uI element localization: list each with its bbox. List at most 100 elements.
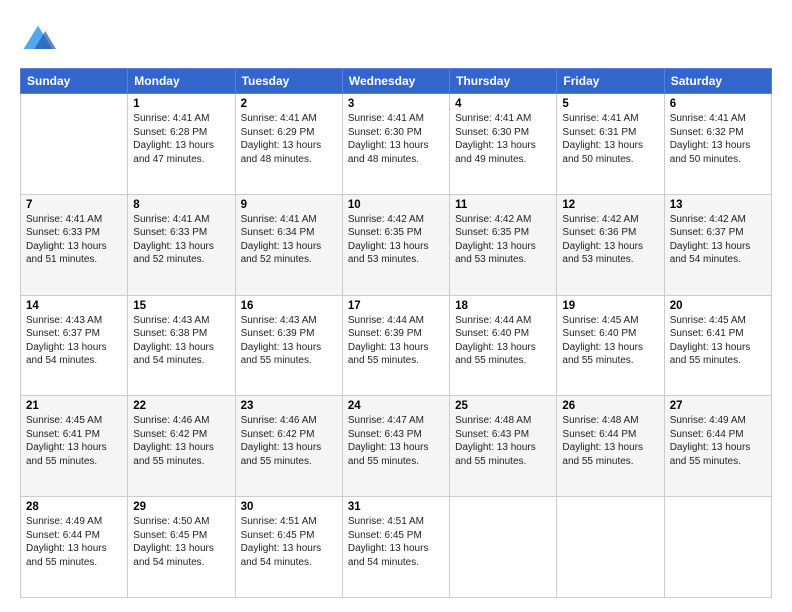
- cell-content: Sunrise: 4:51 AM Sunset: 6:45 PM Dayligh…: [348, 515, 444, 569]
- calendar-cell: 8Sunrise: 4:41 AM Sunset: 6:33 PM Daylig…: [128, 194, 235, 295]
- calendar-cell: 13 Sunrise: 4:42 AM Sunset: 6:37 PM Dayli…: [664, 194, 771, 295]
- cell-content: Sunrise: 4:41 AM Sunset: 6:30 PM Dayligh…: [348, 112, 444, 166]
- cell-content: Sunrise: 4:41 AM Sunset: 6:31 PM Dayligh…: [562, 112, 658, 166]
- calendar-cell: 12 Sunrise: 4:42 AM Sunset: 6:36 PM Dayli…: [557, 194, 664, 295]
- logo: [20, 22, 60, 58]
- cell-content: Sunrise: 4:45 AM Sunset: 6:41 PM Dayligh…: [26, 414, 122, 468]
- day-header-wednesday: Wednesday: [342, 69, 449, 94]
- calendar-week-row: 14Sunrise: 4:43 AM Sunset: 6:37 PM Dayli…: [21, 295, 772, 396]
- calendar-cell: 26 Sunrise: 4:48 AM Sunset: 6:44 PM Dayli…: [557, 396, 664, 497]
- calendar-cell: 27 Sunrise: 4:49 AM Sunset: 6:44 PM Dayli…: [664, 396, 771, 497]
- day-number: 9: [241, 199, 337, 211]
- cell-content: Sunrise: 4:48 AM Sunset: 6:44 PM Dayligh…: [562, 414, 658, 468]
- calendar-cell: 11 Sunrise: 4:42 AM Sunset: 6:35 PM Dayli…: [450, 194, 557, 295]
- calendar-cell: [21, 94, 128, 195]
- cell-content: Sunrise: 4:42 AM Sunset: 6:37 PM Dayligh…: [670, 213, 766, 267]
- calendar-cell: 28Sunrise: 4:49 AM Sunset: 6:44 PM Dayli…: [21, 497, 128, 598]
- day-number: 19: [562, 300, 658, 312]
- calendar-cell: [450, 497, 557, 598]
- cell-content: Sunrise: 4:44 AM Sunset: 6:39 PM Dayligh…: [348, 314, 444, 368]
- calendar-cell: 18Sunrise: 4:44 AM Sunset: 6:40 PM Dayli…: [450, 295, 557, 396]
- calendar-week-row: 28Sunrise: 4:49 AM Sunset: 6:44 PM Dayli…: [21, 497, 772, 598]
- logo-icon: [20, 22, 56, 58]
- calendar-cell: 31 Sunrise: 4:51 AM Sunset: 6:45 PM Dayli…: [342, 497, 449, 598]
- calendar-cell: 5 Sunrise: 4:41 AM Sunset: 6:31 PM Daylig…: [557, 94, 664, 195]
- calendar-cell: 25 Sunrise: 4:48 AM Sunset: 6:43 PM Dayli…: [450, 396, 557, 497]
- calendar-cell: [557, 497, 664, 598]
- day-number: 13: [670, 199, 766, 211]
- cell-content: Sunrise: 4:45 AM Sunset: 6:40 PM Dayligh…: [562, 314, 658, 368]
- cell-content: Sunrise: 4:48 AM Sunset: 6:43 PM Dayligh…: [455, 414, 551, 468]
- cell-content: Sunrise: 4:42 AM Sunset: 6:35 PM Dayligh…: [348, 213, 444, 267]
- day-number: 15: [133, 300, 229, 312]
- cell-content: Sunrise: 4:51 AM Sunset: 6:45 PM Dayligh…: [241, 515, 337, 569]
- calendar-week-row: 7 Sunrise: 4:41 AM Sunset: 6:33 PM Daylig…: [21, 194, 772, 295]
- day-number: 26: [562, 400, 658, 412]
- day-number: 22: [133, 400, 229, 412]
- calendar-cell: 15 Sunrise: 4:43 AM Sunset: 6:38 PM Dayli…: [128, 295, 235, 396]
- day-number: 24: [348, 400, 444, 412]
- cell-content: Sunrise: 4:41 AM Sunset: 6:30 PM Dayligh…: [455, 112, 551, 166]
- calendar-cell: 29 Sunrise: 4:50 AM Sunset: 6:45 PM Dayli…: [128, 497, 235, 598]
- calendar-cell: 19 Sunrise: 4:45 AM Sunset: 6:40 PM Dayli…: [557, 295, 664, 396]
- cell-content: Sunrise: 4:49 AM Sunset: 6:44 PM Dayligh…: [670, 414, 766, 468]
- day-number: 12: [562, 199, 658, 211]
- calendar-cell: 2 Sunrise: 4:41 AM Sunset: 6:29 PM Daylig…: [235, 94, 342, 195]
- calendar-cell: 9Sunrise: 4:41 AM Sunset: 6:34 PM Daylig…: [235, 194, 342, 295]
- calendar-cell: 23 Sunrise: 4:46 AM Sunset: 6:42 PM Dayli…: [235, 396, 342, 497]
- cell-content: Sunrise: 4:41 AM Sunset: 6:29 PM Dayligh…: [241, 112, 337, 166]
- day-number: 31: [348, 501, 444, 513]
- page: SundayMondayTuesdayWednesdayThursdayFrid…: [0, 0, 792, 612]
- day-header-friday: Friday: [557, 69, 664, 94]
- day-number: 27: [670, 400, 766, 412]
- calendar-cell: [664, 497, 771, 598]
- cell-content: Sunrise: 4:41 AM Sunset: 6:28 PM Dayligh…: [133, 112, 229, 166]
- header: [20, 18, 772, 58]
- cell-content: Sunrise: 4:46 AM Sunset: 6:42 PM Dayligh…: [241, 414, 337, 468]
- cell-content: Sunrise: 4:41 AM Sunset: 6:33 PM Dayligh…: [133, 213, 229, 267]
- calendar-cell: 20 Sunrise: 4:45 AM Sunset: 6:41 PM Dayli…: [664, 295, 771, 396]
- day-number: 18: [455, 300, 551, 312]
- day-header-monday: Monday: [128, 69, 235, 94]
- cell-content: Sunrise: 4:46 AM Sunset: 6:42 PM Dayligh…: [133, 414, 229, 468]
- day-number: 23: [241, 400, 337, 412]
- calendar-cell: 30Sunrise: 4:51 AM Sunset: 6:45 PM Dayli…: [235, 497, 342, 598]
- calendar-cell: 24Sunrise: 4:47 AM Sunset: 6:43 PM Dayli…: [342, 396, 449, 497]
- day-number: 29: [133, 501, 229, 513]
- calendar: SundayMondayTuesdayWednesdayThursdayFrid…: [20, 68, 772, 598]
- calendar-cell: 6Sunrise: 4:41 AM Sunset: 6:32 PM Daylig…: [664, 94, 771, 195]
- day-number: 11: [455, 199, 551, 211]
- calendar-cell: 10 Sunrise: 4:42 AM Sunset: 6:35 PM Dayli…: [342, 194, 449, 295]
- cell-content: Sunrise: 4:49 AM Sunset: 6:44 PM Dayligh…: [26, 515, 122, 569]
- calendar-cell: 21 Sunrise: 4:45 AM Sunset: 6:41 PM Dayli…: [21, 396, 128, 497]
- day-number: 20: [670, 300, 766, 312]
- day-number: 2: [241, 98, 337, 110]
- cell-content: Sunrise: 4:50 AM Sunset: 6:45 PM Dayligh…: [133, 515, 229, 569]
- calendar-cell: 17 Sunrise: 4:44 AM Sunset: 6:39 PM Dayli…: [342, 295, 449, 396]
- cell-content: Sunrise: 4:45 AM Sunset: 6:41 PM Dayligh…: [670, 314, 766, 368]
- cell-content: Sunrise: 4:42 AM Sunset: 6:36 PM Dayligh…: [562, 213, 658, 267]
- day-number: 10: [348, 199, 444, 211]
- day-number: 3: [348, 98, 444, 110]
- calendar-week-row: 21 Sunrise: 4:45 AM Sunset: 6:41 PM Dayli…: [21, 396, 772, 497]
- cell-content: Sunrise: 4:43 AM Sunset: 6:38 PM Dayligh…: [133, 314, 229, 368]
- day-number: 5: [562, 98, 658, 110]
- calendar-cell: 14Sunrise: 4:43 AM Sunset: 6:37 PM Dayli…: [21, 295, 128, 396]
- cell-content: Sunrise: 4:42 AM Sunset: 6:35 PM Dayligh…: [455, 213, 551, 267]
- calendar-cell: 3 Sunrise: 4:41 AM Sunset: 6:30 PM Daylig…: [342, 94, 449, 195]
- day-number: 25: [455, 400, 551, 412]
- day-number: 7: [26, 199, 122, 211]
- day-number: 17: [348, 300, 444, 312]
- calendar-cell: 1 Sunrise: 4:41 AM Sunset: 6:28 PM Daylig…: [128, 94, 235, 195]
- day-number: 4: [455, 98, 551, 110]
- day-header-tuesday: Tuesday: [235, 69, 342, 94]
- day-header-sunday: Sunday: [21, 69, 128, 94]
- day-number: 21: [26, 400, 122, 412]
- day-number: 1: [133, 98, 229, 110]
- cell-content: Sunrise: 4:43 AM Sunset: 6:37 PM Dayligh…: [26, 314, 122, 368]
- calendar-cell: 22 Sunrise: 4:46 AM Sunset: 6:42 PM Dayli…: [128, 396, 235, 497]
- calendar-cell: 7Sunrise: 4:41 AM Sunset: 6:33 PM Daylig…: [21, 194, 128, 295]
- day-number: 16: [241, 300, 337, 312]
- calendar-cell: 4 Sunrise: 4:41 AM Sunset: 6:30 PM Daylig…: [450, 94, 557, 195]
- cell-content: Sunrise: 4:43 AM Sunset: 6:39 PM Dayligh…: [241, 314, 337, 368]
